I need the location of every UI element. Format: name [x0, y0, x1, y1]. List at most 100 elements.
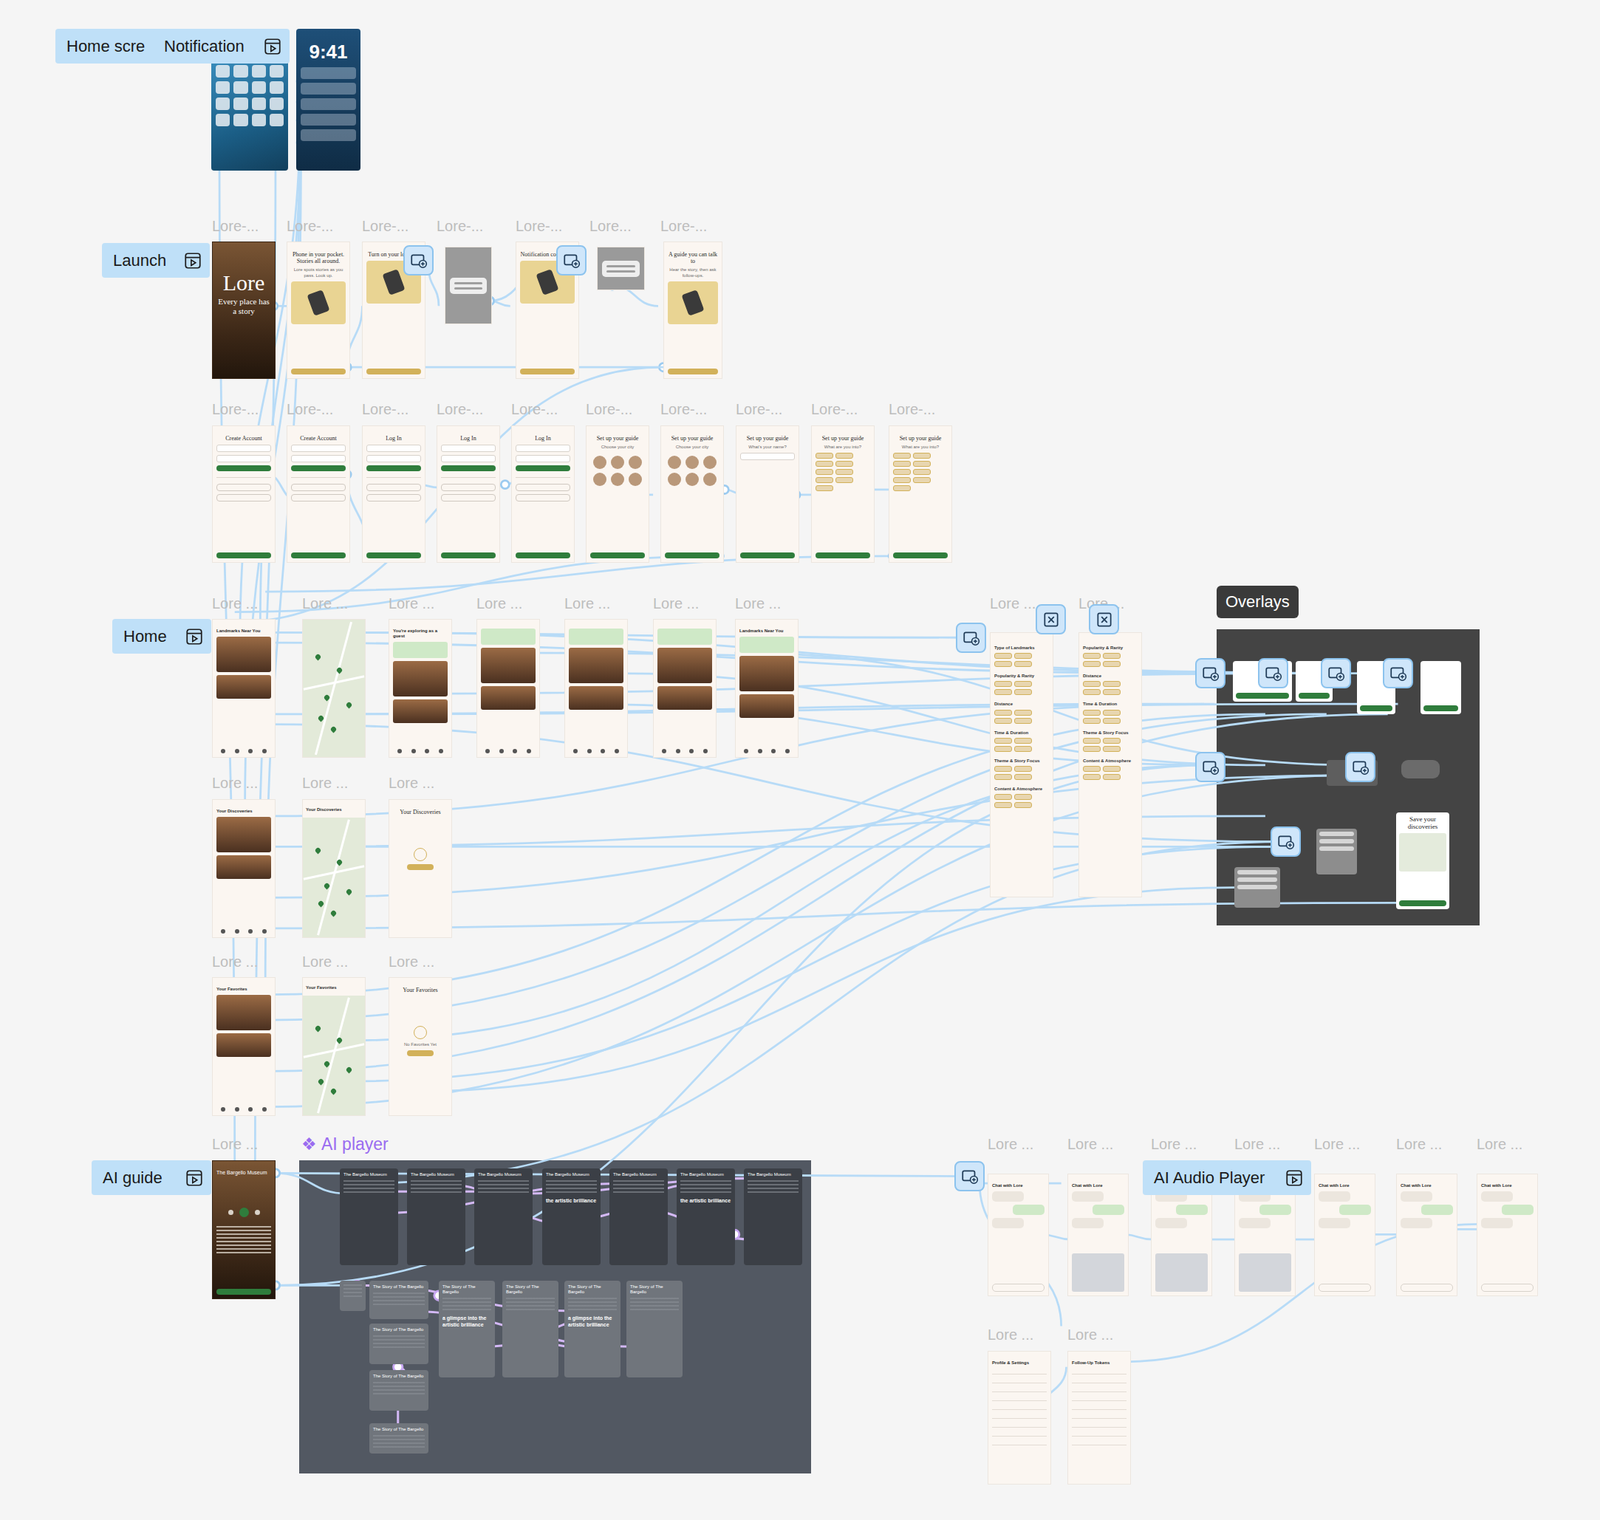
app-icon[interactable] [215, 97, 230, 111]
overlay-card[interactable] [1234, 867, 1281, 908]
tab-icon[interactable] [614, 749, 620, 754]
city-option[interactable] [667, 472, 682, 487]
map-pin[interactable] [344, 1066, 353, 1075]
email-field[interactable] [440, 444, 496, 453]
settings-row[interactable] [992, 1404, 1047, 1411]
google-button[interactable] [515, 483, 571, 492]
frame-label[interactable]: Lore ... [1314, 1136, 1360, 1152]
section-title[interactable]: ❖AI player [301, 1134, 389, 1155]
filter-chip[interactable] [994, 661, 1013, 668]
overlay-button[interactable] [1359, 705, 1393, 712]
tab-icon[interactable] [512, 749, 518, 754]
device-screen[interactable] [211, 56, 289, 171]
landmark-card[interactable] [216, 816, 272, 853]
app-icon[interactable] [233, 81, 248, 94]
filter-chip[interactable] [1102, 737, 1121, 744]
player-variant[interactable]: The Story of The Bargello [369, 1423, 429, 1454]
chat-input[interactable] [1481, 1283, 1534, 1292]
map-pin[interactable] [313, 846, 322, 854]
frame-label[interactable]: Lore ... [1234, 1136, 1281, 1152]
primary-button[interactable] [216, 1289, 272, 1295]
city-option[interactable] [703, 455, 717, 470]
frame-label[interactable]: Lore ... [734, 596, 781, 611]
landmark-card[interactable] [739, 694, 795, 719]
city-option[interactable] [667, 455, 682, 470]
settings-row[interactable] [992, 1368, 1047, 1375]
submit-button[interactable] [216, 465, 272, 472]
frame-label[interactable]: Lore ... [1067, 1136, 1114, 1152]
settings-row[interactable] [992, 1430, 1047, 1437]
open-overlay-icon[interactable] [955, 622, 987, 654]
landmark-card[interactable] [216, 855, 272, 880]
filter-chip[interactable] [994, 709, 1013, 716]
screen-frame[interactable]: Chat with Lore [1067, 1173, 1129, 1297]
filter-chip[interactable] [994, 689, 1013, 696]
screen-frame[interactable]: Chat with Lore [1314, 1173, 1376, 1297]
interest-tag[interactable] [913, 452, 931, 459]
connection[interactable] [404, 673, 1327, 699]
open-overlay-icon[interactable] [1320, 658, 1352, 689]
primary-button[interactable] [366, 552, 422, 559]
screen-frame[interactable]: Create Account [212, 425, 276, 563]
primary-button[interactable] [291, 368, 346, 375]
filter-chip[interactable] [1014, 794, 1032, 800]
screen-frame[interactable]: Set up your guideWhat are you into? [811, 425, 875, 563]
screen-frame[interactable]: Chat with Lore [987, 1173, 1049, 1297]
map[interactable] [302, 995, 365, 1116]
settings-row[interactable] [1071, 1430, 1127, 1437]
map-pin[interactable] [313, 653, 322, 661]
interest-tag[interactable] [893, 485, 911, 492]
primary-button[interactable] [664, 552, 720, 559]
frame-label[interactable]: Lore ... [212, 1136, 258, 1152]
filter-chip[interactable] [1102, 718, 1121, 724]
landmark-card[interactable] [216, 1033, 272, 1058]
menu-item[interactable] [1319, 839, 1355, 844]
connection[interactable] [353, 841, 1287, 1188]
frame-label[interactable]: Lore ... [987, 1327, 1034, 1343]
open-overlay-icon[interactable] [1195, 658, 1226, 689]
interest-tag[interactable] [835, 452, 854, 459]
map-pin[interactable] [317, 1078, 326, 1086]
submit-button[interactable] [515, 465, 571, 472]
primary-button[interactable] [815, 552, 871, 559]
filter-chip[interactable] [1082, 737, 1101, 744]
screen-frame[interactable]: Log In [511, 425, 575, 563]
frame-label[interactable]: Lore ... [1067, 1327, 1114, 1343]
frame-label[interactable]: Lore-... [735, 401, 783, 417]
city-option[interactable] [628, 472, 642, 487]
app-icon[interactable] [269, 65, 284, 78]
filter-chip[interactable] [1014, 689, 1032, 696]
tab-icon[interactable] [703, 749, 708, 754]
screen-frame[interactable]: Chat with Lore [1476, 1173, 1538, 1297]
tab-icon[interactable] [234, 1107, 240, 1112]
filter-chip[interactable] [1102, 709, 1121, 716]
screen-frame[interactable]: Chat with Lore [1396, 1173, 1458, 1297]
explore-button[interactable] [407, 1050, 434, 1057]
primary-button[interactable] [667, 368, 719, 375]
interest-tag[interactable] [815, 485, 834, 492]
screen-frame[interactable]: LoreEvery place has a story [212, 241, 276, 379]
screen-frame[interactable] [302, 619, 366, 758]
password-field[interactable] [216, 455, 272, 463]
interest-tag[interactable] [913, 477, 931, 484]
city-option[interactable] [685, 455, 699, 470]
system-dialog[interactable] [602, 260, 640, 278]
guest-banner[interactable] [568, 628, 624, 645]
tab-icon[interactable] [573, 749, 578, 754]
overlay-button[interactable] [1399, 900, 1447, 907]
overlay-card[interactable] [1401, 760, 1440, 779]
player-variant[interactable]: The Bargello Museum [407, 1168, 466, 1266]
frame-label[interactable]: Lore-... [361, 401, 409, 417]
google-button[interactable] [366, 483, 422, 492]
notification[interactable] [300, 67, 357, 80]
guest-banner[interactable] [392, 641, 448, 659]
filter-chip[interactable] [1014, 661, 1032, 668]
player-variant[interactable]: The Bargello Museumthe artistic brillian… [676, 1168, 735, 1266]
password-field[interactable] [515, 455, 571, 463]
frame-label[interactable]: Lore ... [1150, 1136, 1197, 1152]
tab-icon[interactable] [234, 929, 240, 934]
screen-frame[interactable]: Landmarks Near You [212, 619, 276, 758]
menu-item[interactable] [1237, 884, 1278, 890]
open-overlay-icon[interactable] [1270, 826, 1301, 857]
open-overlay-icon[interactable] [1382, 658, 1414, 689]
